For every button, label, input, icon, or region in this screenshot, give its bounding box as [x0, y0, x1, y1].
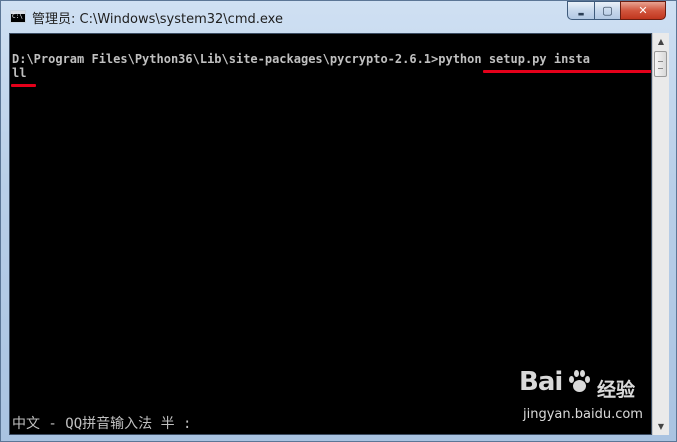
scroll-up-button[interactable]: ▲	[653, 33, 669, 50]
cmd-icon[interactable]	[10, 10, 26, 23]
minimize-button[interactable]: ▬	[567, 1, 594, 20]
annotation-underline-wrap	[11, 84, 36, 87]
arrow-up-icon: ▲	[657, 37, 665, 46]
window-title: 管理员: C:\Windows\system32\cmd.exe	[32, 12, 283, 27]
console-line-wrap: ll	[12, 66, 27, 80]
console-output[interactable]: D:\Program Files\Python36\Lib\site-packa…	[9, 33, 652, 435]
title-bar[interactable]: 管理员: C:\Windows\system32\cmd.exe ▬ ▢ ✕	[1, 1, 676, 33]
ime-status-bar: 中文 - QQ拼音输入法 半 :	[12, 416, 192, 432]
minimize-icon: ▬	[577, 9, 585, 18]
arrow-down-icon: ▼	[657, 422, 665, 431]
close-button[interactable]: ✕	[620, 1, 666, 20]
window-controls: ▬ ▢ ✕	[567, 1, 667, 21]
console-line-command: D:\Program Files\Python36\Lib\site-packa…	[12, 52, 590, 66]
vertical-scrollbar[interactable]: ▲ ▼	[652, 33, 669, 435]
scroll-down-button[interactable]: ▼	[653, 418, 669, 435]
annotation-underline-command	[483, 70, 651, 73]
maximize-button[interactable]: ▢	[594, 1, 620, 20]
close-icon: ✕	[638, 4, 648, 17]
cmd-window: 管理员: C:\Windows\system32\cmd.exe ▬ ▢ ✕ D…	[0, 0, 677, 442]
maximize-icon: ▢	[602, 4, 613, 17]
window-bottom-border	[1, 435, 676, 441]
scroll-thumb[interactable]	[654, 51, 667, 77]
